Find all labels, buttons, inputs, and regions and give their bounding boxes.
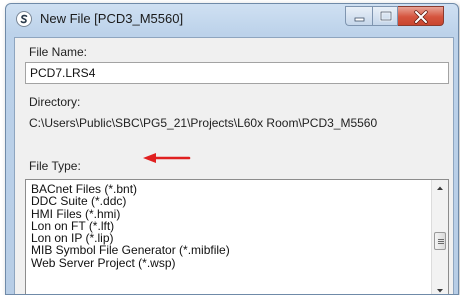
maximize-button[interactable] <box>372 6 398 26</box>
file-name-label: File Name: <box>29 45 88 59</box>
new-file-dialog: New File [PCD3_M5560] File Name: PCD7.LR… <box>5 3 459 295</box>
minimize-button[interactable] <box>345 6 372 26</box>
dialog-body: File Name: PCD7.LRS4 Directory: C:\Users… <box>14 37 454 294</box>
red-annotation-arrow-icon <box>143 150 191 168</box>
file-name-input[interactable]: PCD7.LRS4 <box>25 62 449 84</box>
list-item-mib[interactable]: MIB Symbol File Generator (*.mibfile) <box>31 244 230 257</box>
scroll-thumb[interactable] <box>434 232 446 250</box>
scroll-up-arrow-icon[interactable] <box>432 180 448 197</box>
list-item-web-server[interactable]: Web Server Project (*.wsp) <box>31 256 230 269</box>
vertical-scrollbar[interactable] <box>431 180 448 294</box>
directory-path: C:\Users\Public\SBC\PG5_21\Projects\L60x… <box>29 116 378 130</box>
close-button[interactable] <box>398 6 444 26</box>
saia-app-icon <box>16 11 32 27</box>
title-bar[interactable]: New File [PCD3_M5560] <box>6 4 458 36</box>
window-title: New File [PCD3_M5560] <box>40 11 184 26</box>
list-item-ddc[interactable]: DDC Suite (*.ddc) <box>31 195 230 208</box>
directory-label: Directory: <box>29 95 81 109</box>
file-type-list[interactable]: BACnet Files (*.bnt) DDC Suite (*.ddc) H… <box>25 179 449 294</box>
scroll-down-arrow-icon[interactable] <box>432 282 448 294</box>
file-type-label: File Type: <box>29 159 81 173</box>
